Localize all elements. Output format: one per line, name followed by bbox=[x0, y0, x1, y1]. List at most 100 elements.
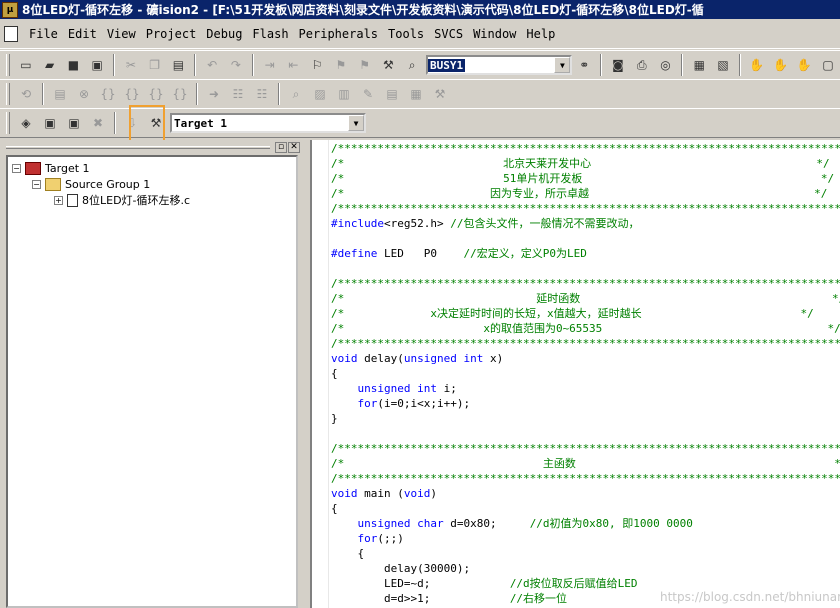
document-icon[interactable] bbox=[4, 25, 18, 42]
run-icon[interactable]: ▤ bbox=[49, 83, 71, 105]
code-editor[interactable]: /***************************************… bbox=[310, 140, 840, 608]
toolbar-grip[interactable] bbox=[6, 112, 10, 134]
code-text: d=d>>1; bbox=[331, 592, 510, 605]
open-folder-icon[interactable]: ▰ bbox=[39, 54, 61, 76]
menu-tools[interactable]: Tools bbox=[383, 25, 429, 43]
find-combo[interactable]: BUSY1 ▼ bbox=[425, 55, 573, 75]
collapse-icon[interactable]: − bbox=[12, 163, 21, 173]
step-into-icon[interactable]: {} bbox=[97, 83, 119, 105]
collapse-icon[interactable]: − bbox=[32, 179, 41, 189]
serial-window-icon[interactable]: ✎ bbox=[357, 83, 379, 105]
chevron-down-icon[interactable]: ▼ bbox=[348, 115, 364, 131]
watch-icon[interactable]: ▨ bbox=[309, 83, 331, 105]
find-in-files-icon[interactable]: ⌕ bbox=[401, 54, 423, 76]
panel-restore-button[interactable]: ▫ bbox=[275, 141, 287, 153]
binoculars-icon[interactable]: ⚭ bbox=[573, 54, 595, 76]
code-line: /***************************************… bbox=[331, 337, 840, 350]
code-text: d=0x80; bbox=[443, 517, 530, 530]
toolbar-separator bbox=[194, 54, 197, 76]
tree-item-file[interactable]: + 8位LED灯-循环左移.c bbox=[54, 192, 190, 208]
project-panel-header: ▫ ✕ bbox=[0, 140, 304, 154]
run-to-cursor-icon[interactable]: {} bbox=[169, 83, 191, 105]
bookmark-toggle-icon[interactable]: ⚐ bbox=[306, 54, 328, 76]
code-line: for(i=0;i<x;i++); bbox=[331, 396, 831, 411]
trace-view-icon[interactable]: ☷ bbox=[251, 83, 273, 105]
code-line: /***************************************… bbox=[331, 202, 840, 215]
paste-icon[interactable]: ▤ bbox=[167, 54, 189, 76]
rebuild-all-icon[interactable]: ▣ bbox=[63, 112, 85, 134]
menu-window[interactable]: Window bbox=[468, 25, 521, 43]
page-icon[interactable]: ▢ bbox=[817, 54, 839, 76]
hand-disabled-icon[interactable]: ✋ bbox=[793, 54, 815, 76]
incremental-find-icon[interactable]: ◙ bbox=[607, 54, 629, 76]
tree-item-target[interactable]: − Target 1 bbox=[12, 160, 90, 176]
toolbar-grip[interactable] bbox=[6, 54, 10, 76]
disassembly-icon[interactable]: ⌕ bbox=[285, 83, 307, 105]
indent-icon[interactable]: ⇥ bbox=[259, 54, 281, 76]
toolbar-grip[interactable] bbox=[6, 83, 10, 105]
toolbar-separator bbox=[251, 54, 254, 76]
menu-peripherals[interactable]: Peripherals bbox=[294, 25, 383, 43]
watermark: https://blog.csdn.net/bhniunan bbox=[660, 590, 840, 604]
toolbox-icon[interactable]: ⚒ bbox=[429, 83, 451, 105]
target-combo[interactable]: Target 1 ▼ bbox=[170, 113, 366, 133]
menu-project[interactable]: Project bbox=[141, 25, 202, 43]
copy-icon[interactable]: ❐ bbox=[144, 54, 166, 76]
load-icon[interactable]: ⇩ bbox=[121, 112, 143, 134]
new-file-icon[interactable]: ▭ bbox=[15, 54, 37, 76]
toolbar-separator bbox=[196, 83, 198, 105]
code-line: delay(30000); bbox=[331, 562, 471, 575]
menu-debug[interactable]: Debug bbox=[201, 25, 247, 43]
menu-file[interactable]: File bbox=[24, 25, 63, 43]
code-line: /***************************************… bbox=[331, 277, 840, 290]
panel-close-button[interactable]: ✕ bbox=[288, 141, 300, 153]
code-line: /* x决定延时时间的长短，x值越大，延时越长 */ bbox=[331, 307, 814, 320]
menu-view[interactable]: View bbox=[102, 25, 141, 43]
code-keyword: unsigned char bbox=[331, 517, 444, 530]
undo-icon[interactable]: ↶ bbox=[201, 54, 223, 76]
output-window-icon[interactable]: ▧ bbox=[712, 54, 734, 76]
bookmark-next-icon[interactable]: ⚑ bbox=[354, 54, 376, 76]
step-out-icon[interactable]: {} bbox=[145, 83, 167, 105]
menu-edit[interactable]: Edit bbox=[63, 25, 102, 43]
show-next-statement-icon[interactable]: ➜ bbox=[203, 83, 225, 105]
code-line: /* 51单片机开发板 */ bbox=[331, 172, 835, 185]
performance-icon[interactable]: ▦ bbox=[405, 83, 427, 105]
code-coverage-icon[interactable]: ▥ bbox=[333, 83, 355, 105]
cut-icon[interactable]: ✂ bbox=[120, 54, 142, 76]
menu-svcs[interactable]: SVCS bbox=[429, 25, 468, 43]
hand-config-icon[interactable]: ✋ bbox=[770, 54, 792, 76]
target-combo-value: Target 1 bbox=[174, 116, 227, 130]
tree-item-source-group[interactable]: − Source Group 1 bbox=[32, 176, 150, 192]
reset-icon[interactable]: ⟲ bbox=[15, 83, 37, 105]
stop-icon[interactable]: ⊗ bbox=[73, 83, 95, 105]
menu-flash[interactable]: Flash bbox=[247, 25, 293, 43]
code-line: for(;;) bbox=[331, 531, 831, 546]
build-toolbar: ◈ ▣ ▣ ✖ ⇩ ⚒ Target 1 ▼ bbox=[0, 108, 840, 138]
code-line: } bbox=[331, 412, 338, 425]
hand-icon[interactable]: ✋ bbox=[746, 54, 768, 76]
bookmark-clear-icon[interactable]: ⚒ bbox=[377, 54, 399, 76]
stop-build-icon[interactable]: ✖ bbox=[87, 112, 109, 134]
step-over-icon[interactable]: {} bbox=[121, 83, 143, 105]
redo-icon[interactable]: ↷ bbox=[225, 54, 247, 76]
chevron-down-icon[interactable]: ▼ bbox=[554, 57, 571, 73]
bookmark-prev-icon[interactable]: ⚑ bbox=[330, 54, 352, 76]
menu-help[interactable]: Help bbox=[521, 25, 560, 43]
build-target-icon[interactable]: ▣ bbox=[39, 112, 61, 134]
browse-icon[interactable]: ◎ bbox=[655, 54, 677, 76]
translate-icon[interactable]: ◈ bbox=[15, 112, 37, 134]
code-line: /* 北京天莱开发中心 */ bbox=[331, 157, 830, 170]
memory-window-icon[interactable]: ▤ bbox=[381, 83, 403, 105]
window-title: 8位LED灯-循环左移 - 礦ision2 - [F:\51开发板\网店资料\刻… bbox=[22, 3, 704, 17]
expand-icon[interactable]: + bbox=[54, 195, 63, 205]
code-keyword: #define bbox=[331, 247, 378, 260]
workspace-icon[interactable]: ▦ bbox=[688, 54, 710, 76]
trace-icon[interactable]: ☷ bbox=[227, 83, 249, 105]
save-icon[interactable]: ■ bbox=[62, 54, 84, 76]
target-options-icon[interactable]: ⚒ bbox=[145, 112, 167, 134]
panel-grip[interactable] bbox=[6, 145, 270, 149]
save-all-icon[interactable]: ▣ bbox=[86, 54, 108, 76]
unindent-icon[interactable]: ⇤ bbox=[282, 54, 304, 76]
print-icon[interactable]: ⎙ bbox=[631, 54, 653, 76]
